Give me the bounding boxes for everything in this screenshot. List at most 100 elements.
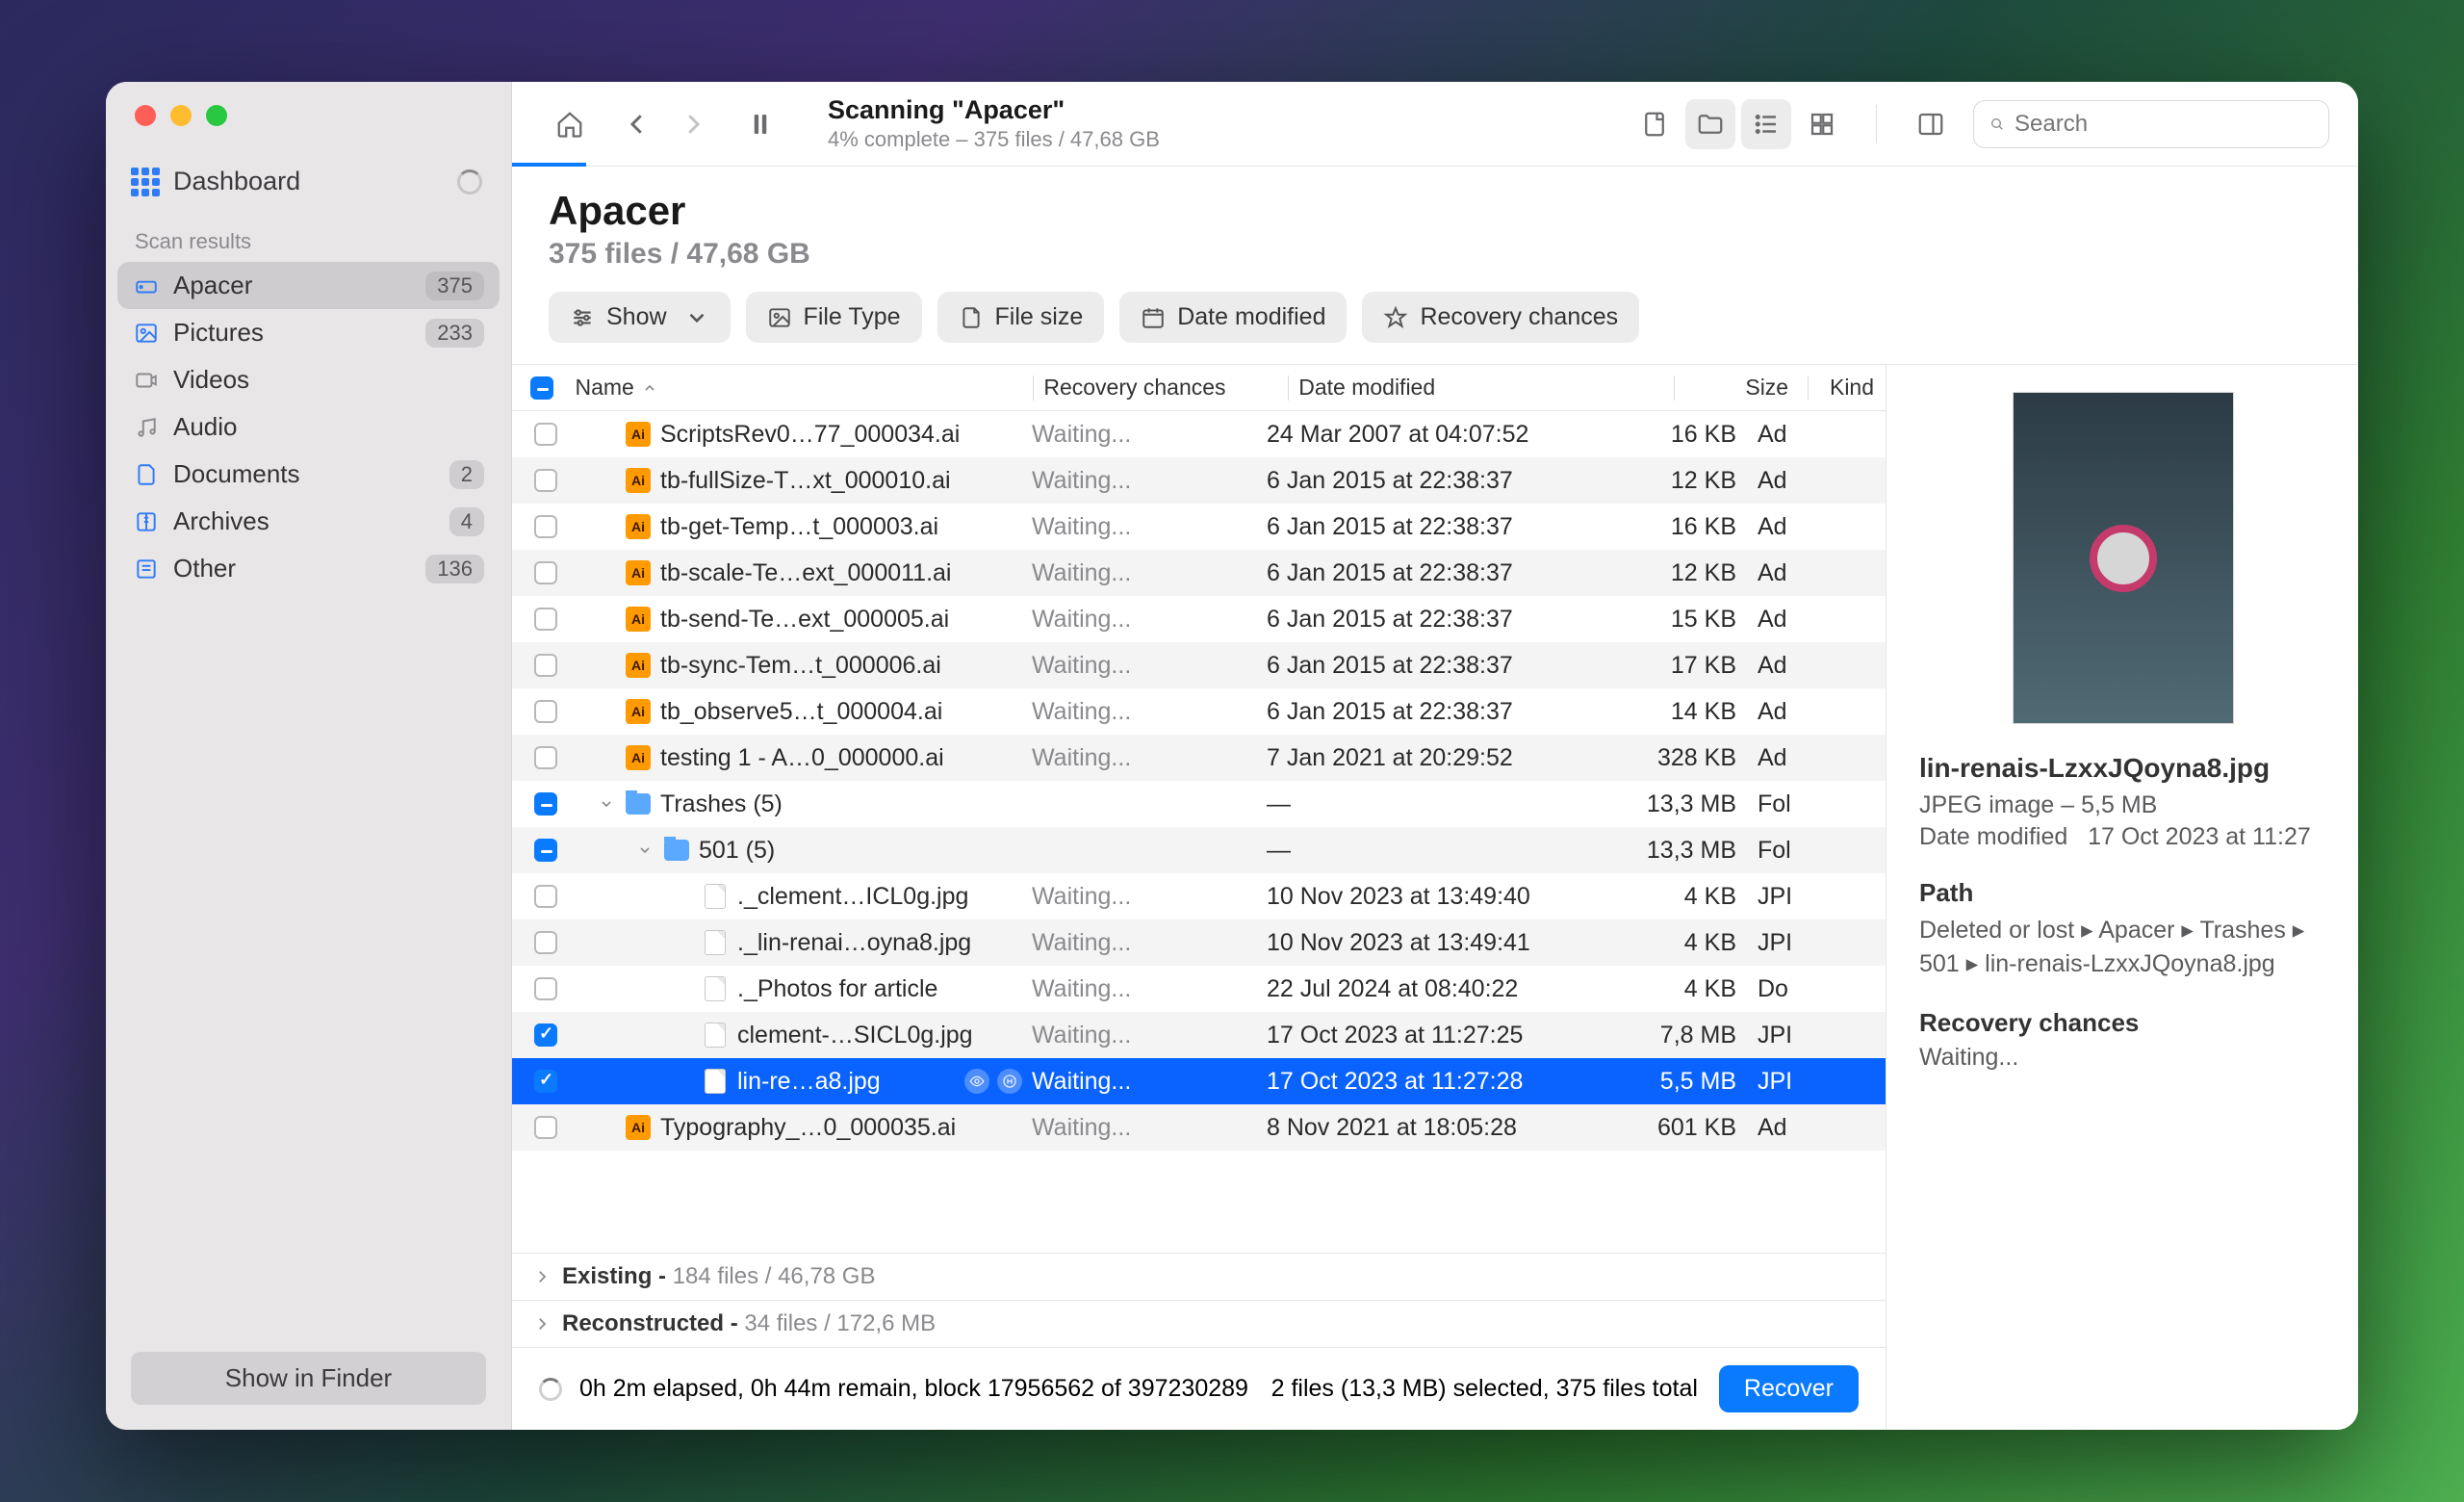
file-kind: Ad — [1746, 559, 1813, 587]
summary-reconstructed[interactable]: Reconstructed - 34 files / 172,6 MB — [512, 1300, 1886, 1347]
col-name[interactable]: Name — [575, 375, 633, 401]
row-checkbox[interactable] — [534, 561, 557, 584]
row-checkbox[interactable] — [534, 700, 557, 723]
select-all-checkbox[interactable] — [530, 376, 553, 400]
file-size: 4 KB — [1632, 975, 1746, 1003]
recovery-status: Waiting... — [1032, 975, 1131, 1002]
table-row[interactable]: AiScriptsRev0…77_000034.aiWaiting...24 M… — [512, 411, 1886, 457]
file-name: ._lin-renai…oyna8.jpg — [737, 929, 971, 957]
row-checkbox[interactable] — [534, 885, 557, 908]
table-row[interactable]: Aitb-sync-Tem…t_000006.aiWaiting...6 Jan… — [512, 642, 1886, 688]
archive-icon — [133, 508, 160, 535]
status-elapsed: 0h 2m elapsed, 0h 44m remain, block 1795… — [579, 1375, 1248, 1403]
col-size[interactable]: Size — [1684, 375, 1798, 401]
table-row[interactable]: lin-re…a8.jpgWaiting...17 Oct 2023 at 11… — [512, 1058, 1886, 1104]
col-kind[interactable]: Kind — [1818, 375, 1886, 401]
table-row[interactable]: ._clement…ICL0g.jpgWaiting...10 Nov 2023… — [512, 873, 1886, 919]
table-row[interactable]: Aitb_observe5…t_000004.aiWaiting...6 Jan… — [512, 688, 1886, 735]
row-checkbox[interactable] — [534, 1023, 557, 1047]
recovery-status: Waiting... — [1032, 513, 1131, 540]
table-row[interactable]: Trashes (5)—13,3 MBFol — [512, 781, 1886, 827]
table-row[interactable]: 501 (5)—13,3 MBFol — [512, 827, 1886, 873]
filter-filetype[interactable]: File Type — [746, 292, 922, 343]
main-area: Scanning "Apacer" 4% complete – 375 file… — [512, 82, 2358, 1430]
quicklook-icon[interactable] — [964, 1069, 989, 1094]
pause-scan-button[interactable] — [735, 99, 785, 149]
disclosure-triangle[interactable] — [599, 796, 616, 812]
row-checkbox[interactable] — [534, 931, 557, 954]
table-row[interactable]: Aitb-get-Temp…t_000003.aiWaiting...6 Jan… — [512, 504, 1886, 550]
col-date[interactable]: Date modified — [1298, 375, 1664, 401]
row-checkbox[interactable] — [534, 608, 557, 631]
sidebar-dashboard[interactable]: Dashboard — [106, 126, 511, 216]
table-row[interactable]: Aitb-scale-Te…ext_000011.aiWaiting...6 J… — [512, 550, 1886, 596]
sidebar-item-pictures[interactable]: Pictures233 — [117, 309, 500, 356]
view-grid-button[interactable] — [1797, 99, 1847, 149]
toggle-details-pane-button[interactable] — [1906, 99, 1956, 149]
window-zoom[interactable] — [206, 105, 227, 126]
view-folder-button[interactable] — [1685, 99, 1735, 149]
date-modified: 17 Oct 2023 at 11:27:25 — [1267, 1022, 1632, 1049]
show-in-finder-button[interactable]: Show in Finder — [131, 1352, 486, 1405]
details-recovery-header: Recovery chances — [1919, 1008, 2327, 1038]
window-close[interactable] — [135, 105, 156, 126]
table-row[interactable]: ._Photos for articleWaiting...22 Jul 202… — [512, 966, 1886, 1012]
file-size: 7,8 MB — [1632, 1022, 1746, 1049]
filter-filesize[interactable]: File size — [937, 292, 1105, 343]
table-row[interactable]: ._lin-renai…oyna8.jpgWaiting...10 Nov 20… — [512, 919, 1886, 966]
file-size: 4 KB — [1632, 883, 1746, 911]
file-kind: JPI — [1746, 1068, 1813, 1096]
nav-back-button[interactable] — [612, 99, 662, 149]
doc-icon — [133, 461, 160, 488]
preview-thumbnail — [2013, 392, 2234, 724]
recovery-status: Waiting... — [1032, 1114, 1131, 1141]
row-checkbox[interactable] — [534, 1070, 557, 1093]
filter-row: Show File Type File size Date modified R… — [512, 292, 2358, 365]
row-checkbox[interactable] — [534, 792, 557, 816]
row-checkbox[interactable] — [534, 515, 557, 538]
row-checkbox[interactable] — [534, 654, 557, 677]
view-icons-button[interactable] — [1630, 99, 1680, 149]
recovery-status: Waiting... — [1032, 929, 1131, 956]
sidebar-item-videos[interactable]: Videos — [117, 356, 500, 403]
table-row[interactable]: Aitesting 1 - A…0_000000.aiWaiting...7 J… — [512, 735, 1886, 781]
sidebar-item-apacer[interactable]: Apacer375 — [117, 262, 500, 309]
row-checkbox[interactable] — [534, 423, 557, 446]
filter-recovery[interactable]: Recovery chances — [1362, 292, 1639, 343]
filter-show[interactable]: Show — [549, 292, 731, 343]
filter-date[interactable]: Date modified — [1119, 292, 1347, 343]
video-icon — [133, 367, 160, 394]
search-field[interactable] — [1973, 100, 2329, 148]
hex-icon[interactable] — [997, 1069, 1022, 1094]
sidebar-item-audio[interactable]: Audio — [117, 403, 500, 451]
window-minimize[interactable] — [170, 105, 192, 126]
row-checkbox[interactable] — [534, 469, 557, 492]
recover-button[interactable]: Recover — [1719, 1365, 1859, 1412]
file-kind: Ad — [1746, 513, 1813, 541]
summary-existing[interactable]: Existing - 184 files / 46,78 GB — [512, 1253, 1886, 1300]
home-button[interactable] — [545, 99, 595, 149]
col-recovery[interactable]: Recovery chances — [1043, 375, 1278, 401]
date-modified: 24 Mar 2007 at 04:07:52 — [1267, 421, 1632, 449]
search-input[interactable] — [2015, 111, 2313, 138]
sidebar-item-documents[interactable]: Documents2 — [117, 451, 500, 498]
row-checkbox[interactable] — [534, 1116, 557, 1139]
nav-forward-button[interactable] — [668, 99, 718, 149]
status-selection: 2 files (13,3 MB) selected, 375 files to… — [1271, 1375, 1698, 1403]
table-row[interactable]: clement-…SICL0g.jpgWaiting...17 Oct 2023… — [512, 1012, 1886, 1058]
view-list-button[interactable] — [1741, 99, 1791, 149]
document-file-icon — [703, 884, 728, 909]
row-checkbox[interactable] — [534, 746, 557, 769]
row-checkbox[interactable] — [534, 839, 557, 862]
disclosure-triangle[interactable] — [637, 842, 654, 858]
details-pane: lin-renais-LzxxJQoyna8.jpg JPEG image – … — [1886, 365, 2358, 1430]
table-row[interactable]: Aitb-send-Te…ext_000005.aiWaiting...6 Ja… — [512, 596, 1886, 642]
table-row[interactable]: AiTypography_…0_000035.aiWaiting...8 Nov… — [512, 1104, 1886, 1151]
sidebar-item-archives[interactable]: Archives4 — [117, 498, 500, 545]
row-checkbox[interactable] — [534, 977, 557, 1000]
sidebar-item-other[interactable]: Other136 — [117, 545, 500, 592]
date-modified: 7 Jan 2021 at 20:29:52 — [1267, 744, 1632, 772]
table-row[interactable]: Aitb-fullSize-T…xt_000010.aiWaiting...6 … — [512, 457, 1886, 504]
sidebar-item-label: Apacer — [173, 271, 252, 300]
ai-file-icon: Ai — [626, 422, 651, 447]
